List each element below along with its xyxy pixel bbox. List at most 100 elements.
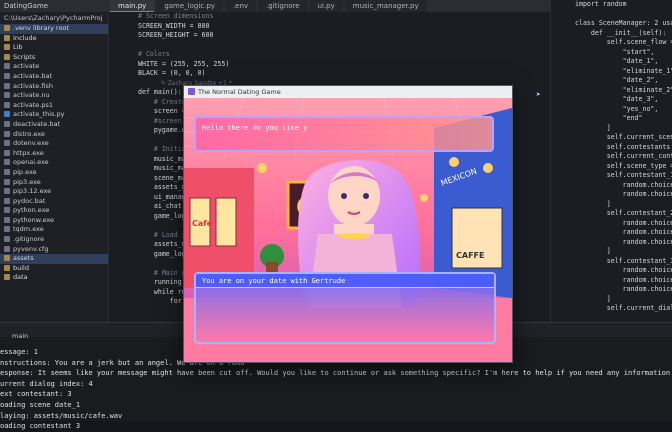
code-line: self.current_dialog_index [606, 304, 672, 312]
tree-item[interactable]: pip3.exe [0, 178, 108, 188]
line-number [110, 88, 136, 98]
tree-item[interactable]: openai.exe [0, 158, 108, 168]
code-line: WHITE = (255, 255, 255) [138, 59, 230, 68]
file-icon [4, 149, 10, 156]
file-icon [4, 63, 10, 70]
line-number [110, 145, 136, 155]
folder-icon [4, 44, 10, 51]
code-line: ] [575, 123, 611, 132]
line-number [551, 285, 571, 295]
line-number [551, 86, 571, 96]
line-number [551, 48, 571, 58]
tree-item[interactable]: pip.exe [0, 168, 108, 178]
code-line: "date_1", [575, 57, 659, 65]
dialog-box-top[interactable]: Hello there do you like y [194, 116, 494, 152]
tree-item[interactable]: pydoc.bat [0, 197, 108, 207]
svg-text:Cafe: Cafe [192, 219, 213, 228]
tree-item[interactable]: activate.bat [0, 72, 108, 82]
file-icon [4, 140, 10, 147]
tree-item[interactable]: .venv library root [0, 24, 108, 34]
line-number [110, 193, 136, 203]
editor-tab[interactable]: .env [224, 0, 257, 12]
tree-item[interactable]: python.exe [0, 206, 108, 216]
tree-item[interactable]: pythonw.exe [0, 216, 108, 226]
line-number [110, 259, 136, 269]
game-title-bar[interactable]: The Normal Dating Game [184, 86, 512, 98]
tree-item[interactable]: activate.ps1 [0, 101, 108, 111]
line-number [551, 0, 571, 10]
console-line: ext contestant: 3 [0, 390, 72, 399]
file-icon [4, 245, 10, 252]
tree-item[interactable]: Scripts [0, 53, 108, 63]
file-icon [4, 120, 10, 127]
file-icon [4, 82, 10, 89]
line-number [110, 22, 136, 32]
editor-tab[interactable]: ui.py [309, 0, 343, 12]
tree-item-label: .gitignore [13, 235, 45, 244]
tree-item-label: activate.bat [13, 71, 53, 80]
editor-tab[interactable]: .gitignore [258, 0, 308, 12]
tree-item[interactable]: data [0, 273, 108, 283]
editor-tab[interactable]: game_logic.py [156, 0, 223, 12]
line-number [110, 50, 136, 60]
code-line: random.choice([0, 1 [622, 285, 672, 293]
editor-tab[interactable]: music_manager.py [344, 0, 427, 12]
project-label[interactable]: DatingGame [0, 2, 48, 10]
line-number [551, 124, 571, 134]
code-line: random.choice([0, 1 [622, 228, 672, 236]
folder-icon [4, 25, 10, 31]
line-number [110, 174, 136, 184]
code-line: "eliminate_1", [575, 66, 672, 75]
tree-item[interactable]: httpx.exe [0, 149, 108, 159]
tree-item[interactable]: Include [0, 34, 108, 44]
tree-item-label: assets [13, 254, 34, 263]
code-editor-scene-manager[interactable]: import random class SceneManager: 2 usage… [550, 0, 672, 322]
tree-item-label: python.exe [13, 206, 50, 215]
code-line: SCREEN_HEIGHT = 600 [138, 31, 214, 39]
tree-item[interactable]: dotenv.exe [0, 139, 108, 149]
tree-item[interactable]: distro.exe [0, 130, 108, 140]
line-number [110, 240, 136, 250]
caret-icon: ➤ [536, 90, 541, 99]
line-number [551, 29, 571, 39]
tree-item[interactable]: Lib [0, 43, 108, 53]
tree-item[interactable]: .gitignore [0, 235, 108, 245]
tree-item[interactable]: pyvenv.cfg [0, 245, 108, 255]
code-line: self.scene_flow = [ [575, 38, 672, 46]
editor-tabs: main.py game_logic.py .env .gitignore ui.py m… [110, 0, 427, 12]
tree-item[interactable]: activate_this.py [0, 110, 108, 120]
line-number [110, 269, 136, 279]
line-number [110, 31, 136, 41]
tree-item-label: pyvenv.cfg [13, 244, 49, 253]
file-icon [4, 111, 10, 118]
tree-item[interactable]: assets [0, 254, 108, 264]
code-line: random.choice([0, 1 [622, 237, 672, 246]
tree-item[interactable]: tqdm.exe [0, 225, 108, 235]
dialog-bottom-bar: You are on your date with Gertrude [196, 274, 494, 288]
tree-item-label: activate_this.py [13, 110, 65, 119]
tree-item[interactable]: pip3.12.exe [0, 187, 108, 197]
line-number [551, 38, 571, 48]
dialog-box-bottom[interactable]: You are on your date with Gertrude [194, 272, 496, 344]
tree-item[interactable]: activate.nu [0, 91, 108, 101]
code-line: random.choice([0, 1 [622, 266, 672, 274]
line-number [551, 162, 571, 172]
line-number [551, 257, 571, 267]
line-number [551, 238, 571, 248]
code-line: self.contestants = [1, 2 [606, 142, 671, 151]
tree-item[interactable]: build [0, 264, 108, 274]
code-line: def __init__(self): [575, 28, 667, 37]
console-line: esponse: It seems like your message migh… [0, 369, 672, 378]
code-line: "yes_no", [575, 104, 659, 113]
console-line: urrent dialog index: 4 [0, 379, 93, 388]
tree-item-label: distro.exe [13, 129, 45, 138]
editor-tab[interactable]: main.py [110, 0, 155, 12]
game-window[interactable]: The Normal Dating Game Cafe CAFE CAFFE M… [183, 85, 513, 363]
line-number [110, 297, 136, 307]
tree-item[interactable]: activate [0, 62, 108, 72]
tree-item[interactable]: deactivate.bat [0, 120, 108, 130]
tree-item[interactable]: activate.fish [0, 82, 108, 92]
code-line: random.choice([0, 1 [622, 275, 672, 284]
code-line: class SceneManager: 2 usages [575, 19, 672, 27]
line-number [110, 155, 136, 165]
